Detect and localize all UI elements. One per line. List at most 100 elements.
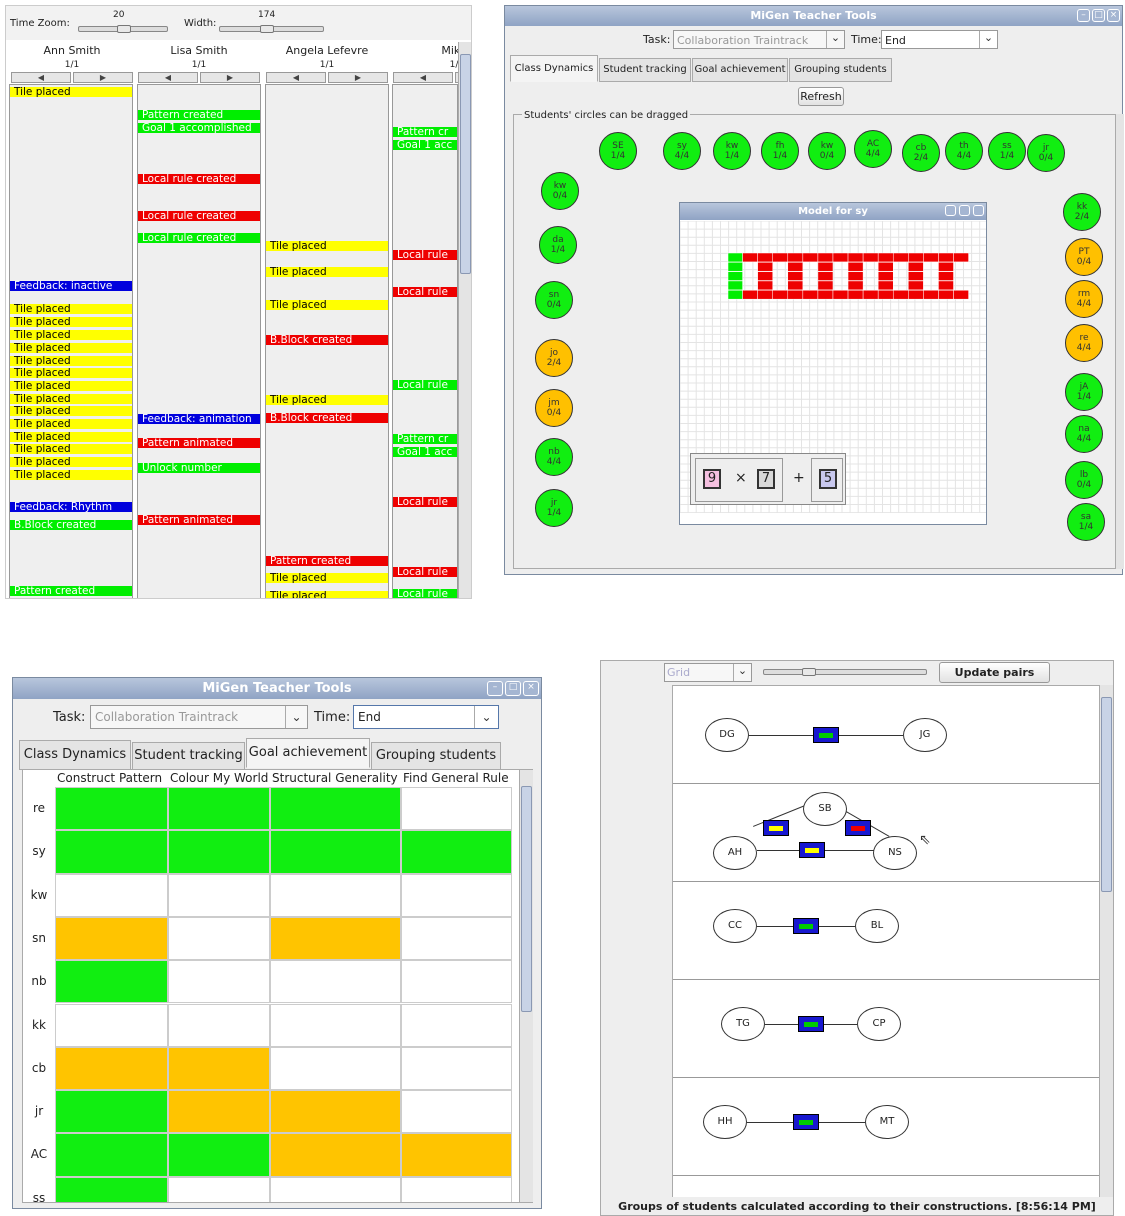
arrow-right-icon[interactable]: ▶ [328,72,388,83]
student-circle-nb[interactable]: nb 4/4 [535,438,573,476]
task-select[interactable]: Collaboration Traintrack ⌄ [90,705,308,729]
view-select[interactable]: Grid ⌄ [664,663,752,682]
timeline-event[interactable]: Tile placed [10,432,132,442]
timeline-event[interactable]: B.Block created [266,413,388,423]
time-select[interactable]: End ⌄ [353,705,499,729]
student-node[interactable]: BL [855,909,899,943]
timeline-event[interactable]: Local rule [393,567,457,577]
student-circle-SE[interactable]: SE 1/4 [599,132,637,170]
student-circle-ss[interactable]: ss 1/4 [988,132,1026,170]
timeline-event[interactable]: Tile placed [266,300,388,310]
timeline-event[interactable]: Tile placed [10,381,132,391]
timeline-event[interactable]: Tile placed [10,317,132,327]
minimize-icon[interactable] [945,205,956,216]
student-node[interactable]: SB [803,792,847,826]
timeline-event[interactable]: Local rule [393,497,457,507]
student-circle-lb[interactable]: lb 0/4 [1065,461,1103,499]
arrow-left-icon[interactable]: ◀ [138,72,198,83]
student-circle-jo[interactable]: jo 2/4 [535,339,573,377]
timeline-event[interactable]: Tile placed [10,343,132,353]
student-circle-jr[interactable]: jr 1/4 [535,489,573,527]
maximize-icon[interactable]: □ [505,681,521,696]
tab-student-tracking[interactable]: Student tracking [599,58,691,82]
timeline-event[interactable]: Tile placed [10,356,132,366]
timeline-event[interactable]: Pattern animated [138,438,260,448]
student-circle-cb[interactable]: cb 2/4 [902,134,940,172]
student-node[interactable]: JG [903,718,947,752]
timeline-event[interactable]: Tile placed [10,419,132,429]
tab-goal-achievement[interactable]: Goal achievement [246,738,370,768]
pairs-scrollbar[interactable] [1099,685,1113,1197]
timeline-event[interactable]: Tile placed [10,368,132,378]
student-circle-na[interactable]: na 4/4 [1065,415,1103,453]
tab-grouping-students[interactable]: Grouping students [371,742,501,770]
arrow-left-icon[interactable]: ◀ [266,72,326,83]
timeline-event[interactable]: Tile placed [10,444,132,454]
student-node[interactable]: TG [721,1007,765,1041]
width-slider[interactable] [219,25,324,33]
arrow-left-icon[interactable]: ◀ [393,72,453,83]
student-circle-jA[interactable]: jA 1/4 [1065,373,1103,411]
close-icon[interactable] [973,205,984,216]
rule-number-a[interactable]: 9 [703,469,721,489]
student-circle-sa[interactable]: sa 1/4 [1067,503,1105,541]
student-circle-da[interactable]: da 1/4 [539,226,577,264]
timeline-event[interactable]: Tile placed [10,406,132,416]
timeline-event[interactable]: Goal 1 acc [393,447,457,457]
student-circle-re[interactable]: re 4/4 [1065,324,1103,362]
timeline-event[interactable]: Local rule [393,589,457,598]
student-node[interactable]: CC [713,909,757,943]
timeline-scrollbar[interactable] [458,42,471,598]
tab-grouping-students[interactable]: Grouping students [789,58,892,82]
tab-student-tracking[interactable]: Student tracking [132,742,245,770]
timeline-event[interactable]: Tile placed [10,470,132,480]
timeline-event[interactable]: Tile placed [266,241,388,251]
minimize-icon[interactable]: – [1077,9,1090,22]
student-node[interactable]: CP [857,1007,901,1041]
timeline-event[interactable]: Tile placed [266,573,388,583]
timeline-event[interactable]: Tile placed [10,304,132,314]
student-circle-kw[interactable]: kw 0/4 [808,132,846,170]
pairs-slider[interactable] [763,668,927,676]
timeline-event[interactable]: Feedback: inactive [10,281,132,291]
close-icon[interactable]: × [1107,9,1120,22]
timeline-event[interactable]: Tile placed [266,267,388,277]
timeline-event[interactable]: Pattern cr [393,127,457,137]
student-node[interactable]: AH [713,836,757,870]
student-node[interactable]: DG [705,718,749,752]
timeline-event[interactable]: Local rule [393,287,457,297]
timeline-event[interactable]: Feedback: Rhythm [10,502,132,512]
student-circle-rm[interactable]: rm 4/4 [1065,280,1103,318]
timeline-event[interactable]: Local rule created [138,233,260,243]
time-select[interactable]: End ⌄ [881,30,998,49]
student-circle-jr[interactable]: jr 0/4 [1027,134,1065,172]
timeline-event[interactable]: Pattern cr [393,434,457,444]
student-circle-PT[interactable]: PT 0/4 [1065,238,1103,276]
time-zoom-slider[interactable] [78,25,168,33]
timeline-event[interactable]: Goal 1 acc [393,140,457,150]
timeline-event[interactable]: Tile placed [266,395,388,405]
arrow-right-icon[interactable]: ▶ [73,72,133,83]
timeline-event[interactable]: Goal 1 accomplished [138,123,260,133]
goal-scrollbar[interactable] [519,770,533,1202]
timeline-event[interactable]: Unlock number [138,463,260,473]
timeline-event[interactable]: Pattern created [138,110,260,120]
student-node[interactable]: MT [865,1105,909,1139]
timeline-event[interactable]: Local rule created [138,211,260,221]
rule-number-c[interactable]: 5 [819,469,837,489]
timeline-event[interactable]: B.Block created [10,520,132,530]
student-circle-AC[interactable]: AC 4/4 [854,130,892,168]
student-circle-kw[interactable]: kw 1/4 [713,132,751,170]
timeline-event[interactable]: Tile placed [266,591,388,598]
student-circle-jm[interactable]: jm 0/4 [535,389,573,427]
scroll-arrows[interactable]: ◀▶ [138,72,260,83]
student-circle-fh[interactable]: fh 1/4 [761,132,799,170]
maximize-icon[interactable] [959,205,970,216]
timeline-event[interactable]: Local rule [393,380,457,390]
timeline-event[interactable]: Local rule [393,250,457,260]
tab-goal-achievement[interactable]: Goal achievement [692,58,788,82]
close-icon[interactable]: × [523,681,539,696]
student-node[interactable]: HH [703,1105,747,1139]
student-circle-th[interactable]: th 4/4 [945,132,983,170]
student-circle-sn[interactable]: sn 0/4 [535,281,573,319]
